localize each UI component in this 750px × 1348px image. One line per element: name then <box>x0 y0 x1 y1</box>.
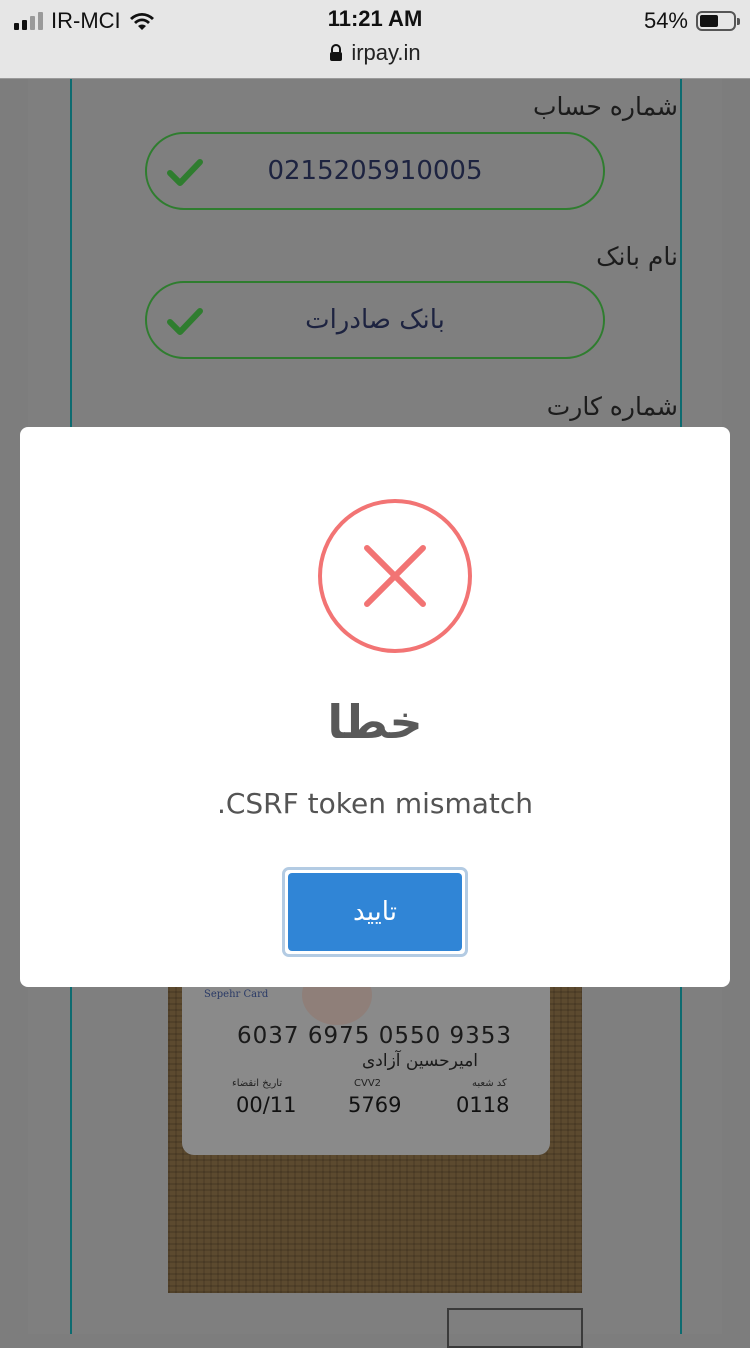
address-bar[interactable]: irpay.in <box>0 40 750 66</box>
bank-name-label: نام بانک <box>596 242 678 271</box>
card-brand: Sepehr Card <box>204 989 269 1000</box>
cvv-label: CVV2 <box>354 1078 382 1089</box>
card-number-label: شماره کارت <box>546 392 678 421</box>
branch-value: 0118 <box>456 1093 510 1117</box>
url-text: irpay.in <box>351 40 421 65</box>
bank-name-value: بانک صادرات <box>305 305 445 335</box>
card-image: Sepehr Card 6037 6975 0550 9353 امیرحسین… <box>182 985 550 1155</box>
branch-label: کد شعبه <box>472 1078 507 1089</box>
confirm-button-focus-ring: تایید <box>282 867 468 957</box>
expiry-value: 00/11 <box>236 1093 297 1117</box>
dialog-message: CSRF token mismatch. <box>216 787 534 820</box>
cvv-value: 5769 <box>348 1093 402 1117</box>
account-number-label: شماره حساب <box>532 92 678 121</box>
error-dialog: خطا CSRF token mismatch. تایید <box>20 427 730 987</box>
dialog-title: خطا <box>327 695 423 749</box>
expiry-label: تاریخ انقضاء <box>232 1078 283 1089</box>
check-icon <box>167 159 203 186</box>
card-number-text: 6037 6975 0550 9353 <box>237 1023 513 1049</box>
card-photo: Sepehr Card 6037 6975 0550 9353 امیرحسین… <box>168 985 582 1293</box>
error-icon <box>318 499 472 653</box>
bank-name-field[interactable]: بانک صادرات <box>145 281 605 359</box>
card-logo-icon <box>302 985 372 1025</box>
confirm-button[interactable]: تایید <box>288 873 462 951</box>
battery-icon <box>696 11 740 31</box>
account-number-field[interactable]: 0215205910005 <box>145 132 605 210</box>
check-icon <box>167 308 203 335</box>
lock-icon <box>330 44 343 61</box>
status-bar: IR-MCI 11:21 AM 54% irpay.in <box>0 0 750 79</box>
clock: 11:21 AM <box>327 6 423 31</box>
account-number-value: 0215205910005 <box>267 156 483 186</box>
card-holder-name: امیرحسین آزادی <box>362 1051 479 1071</box>
battery-percent: 54% <box>643 8 688 33</box>
upload-box[interactable] <box>447 1308 583 1348</box>
status-right: 54% <box>643 6 740 36</box>
close-x-icon <box>364 545 426 607</box>
